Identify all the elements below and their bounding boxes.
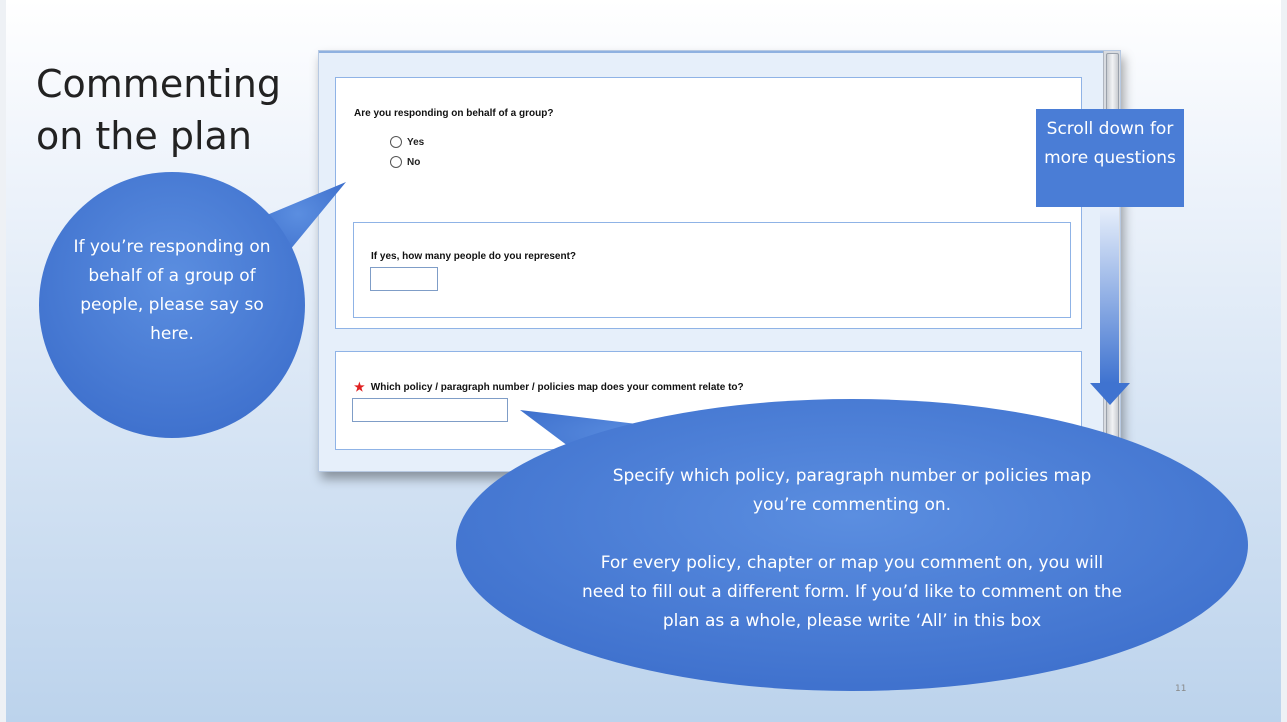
policy-callout-text-2: For every policy, chapter or map you com… xyxy=(582,553,1122,631)
scroll-note: Scroll down for more questions xyxy=(1036,109,1184,207)
group-callout-text: If you’re responding on behalf of a grou… xyxy=(73,237,271,344)
policy-callout-text: Specify which policy, paragraph number o… xyxy=(578,462,1126,636)
policy-callout-text-1: Specify which policy, paragraph number o… xyxy=(612,466,1092,515)
scroll-down-arrow-icon xyxy=(1090,207,1130,405)
slide-number: 11 xyxy=(1175,684,1187,694)
